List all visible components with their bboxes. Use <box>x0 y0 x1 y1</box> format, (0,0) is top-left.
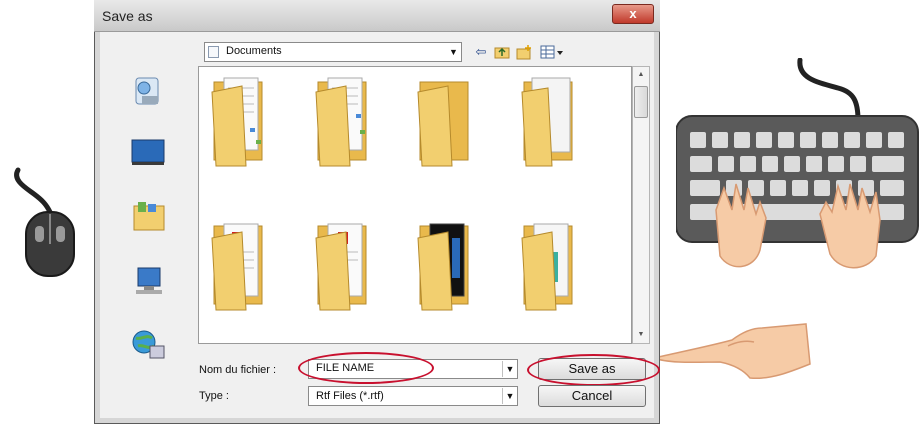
look-in-value: Documents <box>226 45 282 57</box>
cancel-button[interactable]: Cancel <box>538 385 646 407</box>
folder-with-media-icon[interactable] <box>414 218 478 314</box>
scroll-up-icon[interactable]: ▲ <box>632 68 650 82</box>
scroll-down-icon[interactable]: ▼ <box>632 328 650 342</box>
new-folder-icon[interactable] <box>516 44 532 60</box>
title-bar[interactable] <box>94 0 660 32</box>
chevron-down-icon[interactable]: ▼ <box>502 388 517 404</box>
chevron-down-icon[interactable]: ▼ <box>446 43 461 61</box>
chevron-down-icon[interactable]: ▼ <box>502 361 517 377</box>
mouse-illustration <box>14 167 75 277</box>
documents-icon <box>208 46 219 58</box>
dialog-title: Save as <box>102 8 153 24</box>
save-highlight-oval <box>527 354 660 386</box>
filetype-value: Rtf Files (*.rtf) <box>316 390 384 402</box>
up-folder-icon[interactable] <box>494 44 510 60</box>
network-icon[interactable] <box>128 326 168 362</box>
filename-label: Nom du fichier : <box>199 364 277 376</box>
back-icon[interactable]: ⇦ <box>472 43 490 61</box>
folder-icon[interactable] <box>414 74 478 170</box>
view-menu-icon[interactable] <box>540 44 564 60</box>
desktop-icon[interactable] <box>128 134 168 170</box>
recent-places-icon[interactable] <box>128 74 168 110</box>
folder-with-document-icon[interactable] <box>518 74 582 170</box>
folder-with-document-icon[interactable] <box>518 218 582 314</box>
typing-hands-illustration <box>715 183 881 269</box>
close-button[interactable]: x <box>612 4 654 24</box>
pointing-hand-illustration <box>651 323 811 380</box>
scroll-thumb[interactable] <box>634 86 648 118</box>
libraries-icon[interactable] <box>128 198 168 234</box>
filename-highlight-oval <box>298 352 434 384</box>
folder-with-documents-icon[interactable] <box>312 74 376 170</box>
folder-with-documents-icon[interactable] <box>208 74 272 170</box>
computer-icon[interactable] <box>128 262 168 298</box>
filetype-label: Type : <box>199 390 229 402</box>
folder-with-pdf-icon[interactable] <box>312 218 376 314</box>
folder-with-pdf-icon[interactable] <box>208 218 272 314</box>
